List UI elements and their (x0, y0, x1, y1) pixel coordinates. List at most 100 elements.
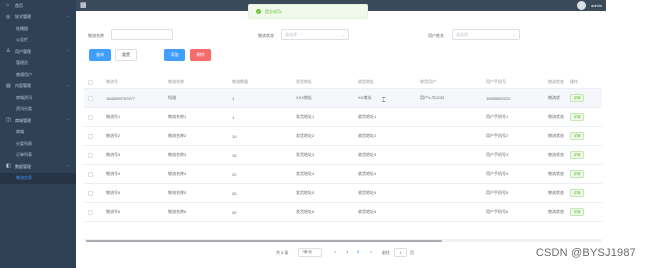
table-cell: 物流号4 (106, 171, 121, 176)
action-cell: 详情 (570, 146, 584, 164)
page-size-select[interactable]: 7条/页 (298, 248, 322, 257)
row-checkbox[interactable] (88, 133, 93, 139)
detail-button[interactable]: 详情 (570, 94, 584, 102)
sidebar-item-label: 公告栏 (16, 37, 28, 43)
table-cell: 物流号5 (106, 190, 121, 195)
sidebar-item[interactable]: 分类列表 (0, 138, 76, 150)
table-cell: 30 (232, 209, 237, 215)
sidebar-item-label: 用户管理 (15, 48, 31, 54)
next-page-button[interactable]: > (370, 249, 372, 254)
action-cell: 详情 (570, 108, 584, 126)
data-icon: ◧ (6, 163, 11, 170)
row-checkbox[interactable] (88, 152, 93, 158)
sidebar-item[interactable]: 普通用户 (0, 69, 76, 81)
sidebar-item[interactable]: 物流信息 (0, 172, 76, 184)
row-checkbox[interactable] (88, 171, 93, 177)
column-header[interactable]: 用户手机号 (486, 76, 506, 88)
detail-button[interactable]: 详情 (570, 132, 584, 140)
column-header[interactable]: 收货地址 (358, 76, 374, 88)
sidebar-item[interactable]: ◧ 数据管理 ⌃ (0, 161, 76, 173)
column-header[interactable]: 物流数量 (232, 76, 248, 88)
sidebar-item[interactable]: ⌂ 首页 (0, 0, 76, 12)
menu-toggle-icon[interactable]: ▦ (80, 2, 87, 9)
row-checkbox[interactable] (88, 209, 93, 215)
prev-page-button[interactable]: < (334, 249, 336, 254)
sidebar: ⌂ 首页 ◎ 轮式管理 ⌃ 轮播图 公告栏 ♙ 用户管理 ⌃ 管理员 普通用户 ▤ 内容管理 ⌃ 商城资讯 资讯… (0, 0, 76, 268)
sidebar-item-label: 订单列表 (16, 152, 32, 158)
row-select-cell[interactable] (88, 108, 93, 126)
add-button[interactable]: 添加 (164, 49, 185, 61)
reset-button[interactable]: 重置 (115, 49, 137, 61)
sidebar-item[interactable]: 资讯分类 (0, 104, 76, 116)
column-header[interactable]: 物流号 (106, 76, 118, 88)
goto-page-input[interactable]: 1 (394, 248, 407, 257)
detail-button[interactable]: 详情 (570, 170, 584, 178)
select-all-checkbox[interactable] (88, 79, 93, 85)
logistics-name-input[interactable] (111, 29, 173, 40)
delete-button[interactable]: 删除 (190, 49, 211, 61)
sidebar-item[interactable]: ◎ 轮式管理 ⌃ (0, 12, 76, 24)
table-row[interactable]: 1645299757977 短裙 1 XXX地址 XX地址 用户1:爪2233 189555… (84, 89, 602, 108)
search-button[interactable]: 查询 (89, 49, 111, 61)
avatar[interactable] (577, 1, 586, 10)
table-cell: 1 (232, 114, 235, 120)
sidebar-item-label: 资讯分类 (16, 106, 32, 112)
sidebar-item[interactable]: 订单列表 (0, 150, 76, 162)
column-header[interactable]: 物流名称 (168, 76, 184, 88)
column-header[interactable]: 操作 (570, 76, 578, 88)
table-cell: 物流号1 (106, 114, 121, 119)
horizontal-scroll-thumb[interactable] (86, 240, 442, 242)
username[interactable]: admin (591, 3, 602, 8)
user-name-select[interactable]: 请选择 ⌄ (452, 29, 520, 40)
column-header[interactable]: 收货用户 (420, 76, 436, 88)
row-select-cell[interactable] (88, 165, 93, 183)
page-2-button[interactable]: 2 (357, 249, 359, 254)
chevron-up-icon: ⌃ (66, 14, 70, 20)
column-header[interactable]: 物流状态 (548, 76, 564, 88)
table-cell: 发货地址3 (296, 152, 315, 157)
table-cell: 收货地址2 (358, 133, 377, 138)
sidebar-item[interactable]: 商城 (0, 127, 76, 139)
sidebar-item[interactable]: 管理员 (0, 58, 76, 70)
sidebar-item[interactable]: ◫ 商城管理 ⌃ (0, 115, 76, 127)
table-cell: 用户手机号3 (486, 152, 509, 157)
detail-button[interactable]: 详情 (570, 113, 584, 121)
logistics-status-placeholder: 请选择 (285, 31, 297, 37)
sidebar-item[interactable]: 轮播图 (0, 23, 76, 35)
detail-button[interactable]: 详情 (570, 151, 584, 159)
table-row[interactable]: 物流号1 物流名称1 1 发货地址1 收货地址1 用户手机号1 物流状态 详情 (84, 108, 602, 127)
table-cell: 发货地址2 (296, 133, 315, 138)
action-cell: 详情 (570, 184, 584, 202)
table-row[interactable]: 物流号2 物流名称2 10 发货地址2 收货地址2 用户手机号2 物流状态 详情 (84, 127, 602, 146)
sidebar-item[interactable]: 商城资讯 (0, 92, 76, 104)
column-header[interactable]: 发货地址 (296, 76, 312, 88)
user-name-label: 用户姓名 (428, 33, 444, 38)
table-cell: 用户手机号5 (486, 190, 509, 195)
row-select-cell[interactable] (88, 146, 93, 164)
table-cell: XXX地址 (296, 95, 313, 100)
table-row[interactable]: 物流号6 物流名称6 30 发货地址6 收货地址6 用户手机号6 物流状态 详情 (84, 203, 602, 222)
home-icon: ⌂ (6, 2, 10, 9)
table-row[interactable]: 物流号3 物流名称3 15 发货地址3 收货地址3 用户手机号3 物流状态 详情 (84, 146, 602, 165)
sidebar-item[interactable]: ▤ 内容管理 ⌃ (0, 81, 76, 93)
sidebar-item-label: 物流信息 (16, 175, 32, 181)
table-cell: 10 (232, 133, 237, 139)
table-cell: 用户手机号1 (486, 114, 509, 119)
detail-button[interactable]: 详情 (570, 189, 584, 197)
row-checkbox[interactable] (88, 114, 93, 120)
table-row[interactable]: 物流号5 物流名称5 25 发货地址5 收货地址5 用户手机号5 物流状态 详情 (84, 184, 602, 203)
select-all-cell[interactable] (88, 76, 93, 88)
table-row[interactable]: 物流号4 物流名称4 20 发货地址4 收货地址4 用户手机号4 物流状态 详情 (84, 165, 602, 184)
detail-button[interactable]: 详情 (570, 208, 584, 216)
row-select-cell[interactable] (88, 203, 93, 221)
row-select-cell[interactable] (88, 89, 93, 107)
row-select-cell[interactable] (88, 184, 93, 202)
sidebar-item[interactable]: 公告栏 (0, 35, 76, 47)
row-select-cell[interactable] (88, 127, 93, 145)
row-checkbox[interactable] (88, 190, 93, 196)
chevron-up-icon: ⌃ (66, 49, 70, 55)
sidebar-item[interactable]: ♙ 用户管理 ⌃ (0, 46, 76, 58)
row-checkbox[interactable] (88, 95, 93, 101)
logistics-status-select[interactable]: 请选择 ⌄ (281, 29, 349, 40)
page-1-button[interactable]: 1 (346, 249, 348, 254)
